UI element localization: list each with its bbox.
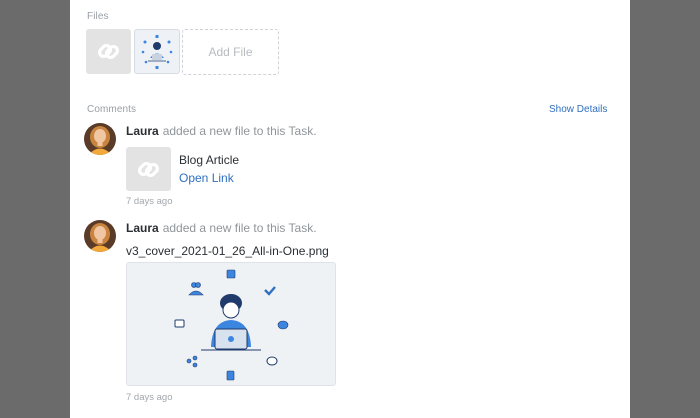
illustration-image [174, 269, 289, 381]
open-link[interactable]: Open Link [179, 171, 234, 185]
comment-timestamp: 7 days ago [126, 196, 173, 207]
comment-author[interactable]: Laura [126, 221, 159, 235]
comment-action: added a new file to this Task. [162, 124, 317, 138]
file-thumbnail-image[interactable] [134, 29, 180, 74]
attachment-title: Blog Article [179, 153, 240, 167]
link-icon [97, 43, 120, 60]
comment-text: Laura added a new file to this Task. [126, 221, 317, 235]
image-preview[interactable] [126, 262, 336, 386]
comment-text: Laura added a new file to this Task. [126, 124, 317, 138]
attachment-file-name[interactable]: v3_cover_2021-01_26_All-in-One.png [126, 244, 329, 258]
files-label: Files [87, 11, 109, 22]
link-icon [137, 161, 160, 178]
comments-label: Comments [87, 104, 137, 115]
illustration-thumbnail [141, 35, 173, 69]
avatar-laura [84, 220, 116, 252]
comment-action: added a new file to this Task. [162, 221, 317, 235]
avatar[interactable] [84, 123, 116, 155]
comment-timestamp: 7 days ago [126, 392, 173, 403]
attachment-thumbnail[interactable] [126, 147, 171, 191]
avatar-laura [84, 123, 116, 155]
show-details-link[interactable]: Show Details [549, 104, 607, 115]
avatar[interactable] [84, 220, 116, 252]
add-file-button[interactable]: Add File [182, 29, 279, 75]
comment-author[interactable]: Laura [126, 124, 159, 138]
task-detail-panel: Files Add File Comments Show Details Lau… [70, 0, 630, 418]
file-thumbnail-link[interactable] [86, 29, 131, 74]
